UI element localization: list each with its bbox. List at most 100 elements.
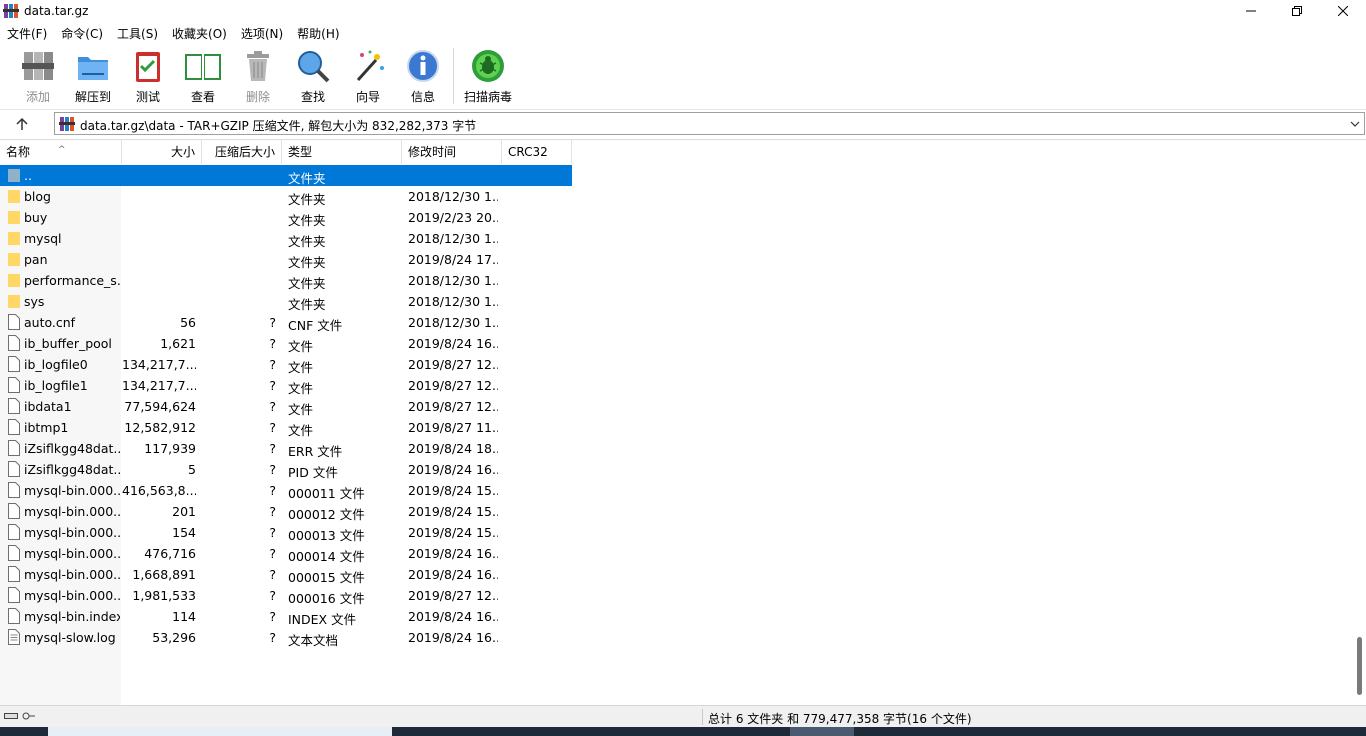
row-icon bbox=[7, 377, 21, 393]
table-row[interactable]: auto.cnf 56? CNF 文件 2018/12/30 1... bbox=[0, 312, 572, 333]
packed-size: ? bbox=[269, 378, 276, 393]
file-type: 文件 bbox=[288, 423, 314, 438]
taskbar-active-app[interactable] bbox=[790, 727, 854, 736]
view-button[interactable]: 查看 bbox=[177, 48, 229, 106]
scan-virus-button[interactable]: 扫描病毒 bbox=[462, 48, 514, 106]
file-size: 1,981,533 bbox=[132, 588, 196, 603]
row-icon bbox=[7, 587, 21, 603]
menu-help[interactable]: 帮助(H) bbox=[290, 22, 346, 42]
status-separator bbox=[702, 709, 703, 725]
column-modified[interactable]: 修改时间 bbox=[402, 140, 502, 164]
column-size[interactable]: 大小 bbox=[122, 140, 202, 164]
file-size: 416,563,8... bbox=[122, 483, 196, 498]
folder-icon bbox=[8, 190, 20, 203]
table-row[interactable]: mysql-bin.000... 201? 000012 文件 2019/8/24 1… bbox=[0, 501, 572, 522]
path-field[interactable]: data.tar.gz\data - TAR+GZIP 压缩文件, 解包大小为 … bbox=[54, 112, 1365, 135]
test-button[interactable]: 测试 bbox=[122, 48, 174, 106]
delete-button[interactable]: 删除 bbox=[232, 48, 284, 106]
table-row[interactable]: mysql-bin.000... 476,716? 000014 文件 2019/8/… bbox=[0, 543, 572, 564]
file-icon bbox=[8, 545, 20, 561]
table-row[interactable]: .. 文件夹 bbox=[0, 165, 572, 186]
scan-label: 扫描病毒 bbox=[463, 90, 512, 104]
file-name: ib_logfile1 bbox=[24, 378, 88, 393]
packed-size: ? bbox=[269, 336, 276, 351]
file-size: 134,217,7... bbox=[122, 378, 196, 393]
info-button[interactable]: 信息 bbox=[397, 48, 449, 106]
table-row[interactable]: mysql-slow.log 53,296? 文本文档 2019/8/24 16... bbox=[0, 627, 572, 648]
row-icon bbox=[7, 272, 21, 288]
chevron-down-icon[interactable] bbox=[1349, 118, 1361, 130]
packed-size: ? bbox=[269, 588, 276, 603]
minimize-button[interactable] bbox=[1228, 0, 1274, 22]
row-icon bbox=[7, 314, 21, 330]
wizard-button[interactable]: 向导 bbox=[342, 48, 394, 106]
table-row[interactable]: blog 文件夹 2018/12/30 1... bbox=[0, 186, 572, 207]
up-one-level-button[interactable] bbox=[8, 114, 36, 134]
column-crc[interactable]: CRC32 bbox=[502, 140, 572, 164]
table-row[interactable]: mysql-bin.000... 1,981,533? 000016 文件 2019/… bbox=[0, 585, 572, 606]
file-type: ERR 文件 bbox=[288, 444, 343, 459]
column-size-label: 大小 bbox=[170, 145, 195, 159]
drive-icon[interactable] bbox=[4, 711, 18, 721]
menu-tools[interactable]: 工具(S) bbox=[110, 22, 165, 42]
trash-icon bbox=[247, 51, 269, 81]
file-name: sys bbox=[24, 294, 45, 309]
key-icon[interactable] bbox=[22, 711, 36, 721]
restore-icon bbox=[1292, 6, 1302, 16]
column-packed-label: 压缩后大小 bbox=[214, 145, 275, 159]
packed-size: ? bbox=[269, 420, 276, 435]
row-icon bbox=[7, 356, 21, 372]
extract-button[interactable]: 解压到 bbox=[67, 48, 119, 106]
table-row[interactable]: iZsiflkgg48dat... 117,939? ERR 文件 2019/8/24… bbox=[0, 438, 572, 459]
modified-time: 2019/8/27 12... bbox=[408, 357, 498, 372]
folder-icon bbox=[8, 232, 20, 245]
file-name: auto.cnf bbox=[24, 315, 76, 330]
wizard-label: 向导 bbox=[355, 90, 380, 104]
table-row[interactable]: mysql-bin.000... 154? 000013 文件 2019/8/24 1… bbox=[0, 522, 572, 543]
menu-favorites[interactable]: 收藏夹(O) bbox=[165, 22, 234, 42]
column-type[interactable]: 类型 bbox=[282, 140, 402, 164]
table-row[interactable]: ib_logfile1 134,217,7...? 文件 2019/8/27 12..… bbox=[0, 375, 572, 396]
menu-options[interactable]: 选项(N) bbox=[234, 22, 290, 42]
table-row[interactable]: sys 文件夹 2018/12/30 1... bbox=[0, 291, 572, 312]
column-name[interactable]: ^ 名称 bbox=[0, 140, 122, 164]
file-type: 文本文档 bbox=[288, 633, 339, 648]
file-name: mysql-bin.index bbox=[24, 609, 120, 624]
file-type: 文件 bbox=[288, 339, 314, 354]
table-row[interactable]: iZsiflkgg48dat... 5? PID 文件 2019/8/24 16... bbox=[0, 459, 572, 480]
table-row[interactable]: performance_s... 文件夹 2018/12/30 1... bbox=[0, 270, 572, 291]
modified-time: 2019/8/24 16... bbox=[408, 609, 498, 624]
menu-file[interactable]: 文件(F) bbox=[0, 22, 54, 42]
table-row[interactable]: ibdata1 77,594,624? 文件 2019/8/27 12... bbox=[0, 396, 572, 417]
table-row[interactable]: mysql-bin.index 114? INDEX 文件 2019/8/24 16.… bbox=[0, 606, 572, 627]
table-row[interactable]: ib_logfile0 134,217,7...? 文件 2019/8/27 12..… bbox=[0, 354, 572, 375]
row-icon bbox=[7, 566, 21, 582]
table-row[interactable]: ib_buffer_pool 1,621? 文件 2019/8/24 16... bbox=[0, 333, 572, 354]
table-row[interactable]: buy 文件夹 2019/2/23 20... bbox=[0, 207, 572, 228]
add-button[interactable]: 添加 bbox=[12, 48, 64, 106]
table-row[interactable]: ibtmp1 12,582,912? 文件 2019/8/27 11... bbox=[0, 417, 572, 438]
row-icon bbox=[7, 608, 21, 624]
add-archive-icon bbox=[22, 52, 54, 80]
toolbar-separator bbox=[453, 48, 454, 104]
menu-commands[interactable]: 命令(C) bbox=[54, 22, 110, 42]
find-button[interactable]: 查找 bbox=[287, 48, 339, 106]
table-row[interactable]: mysql-bin.000... 1,668,891? 000015 文件 2019/… bbox=[0, 564, 572, 585]
table-row[interactable]: mysql 文件夹 2018/12/30 1... bbox=[0, 228, 572, 249]
row-icon bbox=[7, 251, 21, 267]
file-type: 文件夹 bbox=[288, 234, 326, 249]
taskbar-search-box[interactable] bbox=[48, 727, 392, 736]
close-button[interactable] bbox=[1320, 0, 1366, 22]
file-icon bbox=[8, 314, 20, 330]
table-row[interactable]: mysql-bin.000... 416,563,8...? 000011 文件 20… bbox=[0, 480, 572, 501]
folder-icon bbox=[8, 274, 20, 287]
packed-size: ? bbox=[269, 630, 276, 645]
file-type: 000015 文件 bbox=[288, 570, 365, 585]
column-packed[interactable]: 压缩后大小 bbox=[202, 140, 282, 164]
modified-time: 2019/8/24 16... bbox=[408, 336, 498, 351]
vertical-scrollbar[interactable] bbox=[1353, 140, 1366, 705]
table-row[interactable]: pan 文件夹 2019/8/24 17... bbox=[0, 249, 572, 270]
restore-button[interactable] bbox=[1274, 0, 1320, 22]
file-name: ib_logfile0 bbox=[24, 357, 88, 372]
scrollbar-thumb[interactable] bbox=[1357, 637, 1362, 695]
